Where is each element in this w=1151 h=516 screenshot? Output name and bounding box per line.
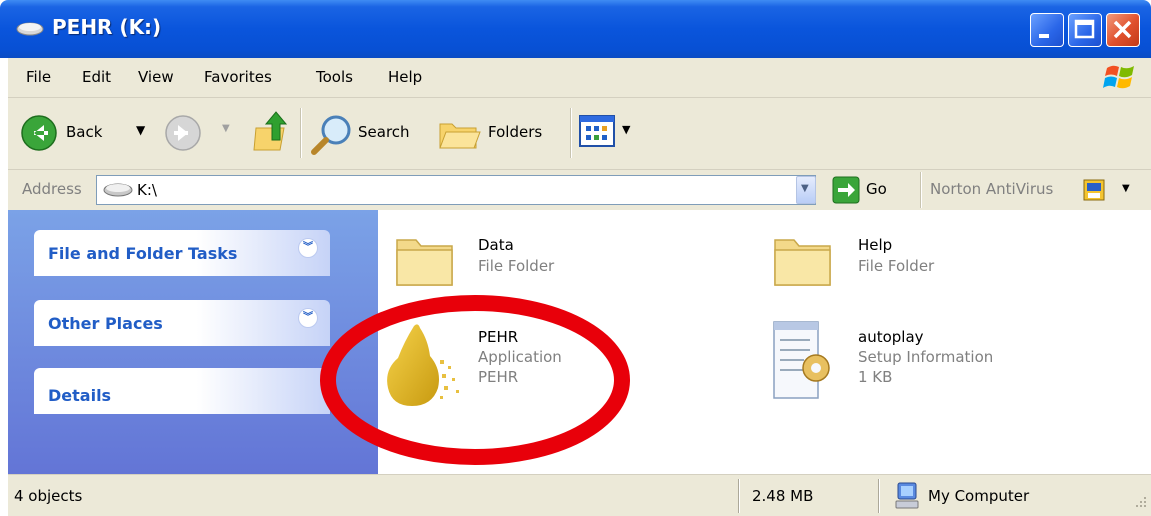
item-name: autoplay — [858, 328, 924, 346]
chevron-down-icon[interactable]: ︾ — [298, 238, 318, 258]
drive-icon — [103, 183, 133, 197]
views-button[interactable]: ▼ — [578, 114, 642, 152]
address-input[interactable]: K:\ — [96, 175, 816, 205]
status-bar: 4 objects 2.48 MB My Computer — [8, 474, 1151, 516]
up-folder-icon[interactable] — [252, 110, 292, 154]
back-label: Back — [66, 123, 103, 141]
window-title: PEHR (K:) — [52, 15, 162, 39]
forward-dropdown-icon[interactable]: ▼ — [222, 123, 230, 134]
list-item[interactable]: PEHR Application PEHR — [384, 310, 604, 410]
item-name: Data — [478, 236, 514, 254]
close-button[interactable] — [1106, 13, 1140, 47]
close-icon — [1113, 20, 1132, 39]
item-size: 1 KB — [858, 368, 893, 386]
task-group-title[interactable]: File and Folder Tasks — [48, 244, 237, 263]
norton-antivirus-icon[interactable] — [1082, 178, 1106, 202]
status-separator — [878, 479, 880, 513]
minimize-icon — [1039, 34, 1049, 38]
resize-grip-icon[interactable] — [1132, 493, 1148, 509]
folder-icon — [396, 239, 453, 286]
file-list: Data File Folder Help File Folder PEHR A… — [378, 210, 1151, 474]
go-label: Go — [866, 180, 887, 198]
search-icon — [311, 115, 351, 155]
forward-arrow-icon[interactable] — [164, 114, 202, 152]
address-value: K:\ — [137, 181, 157, 199]
menu-tools[interactable]: Tools — [316, 68, 353, 86]
setup-info-icon — [773, 321, 830, 399]
go-button[interactable]: Go — [828, 174, 908, 206]
maximize-icon — [1074, 19, 1095, 39]
item-name: Help — [858, 236, 893, 254]
search-label: Search — [358, 123, 410, 141]
windows-logo-icon — [1103, 65, 1134, 89]
norton-dropdown-icon[interactable]: ▼ — [1122, 183, 1130, 194]
menu-help[interactable]: Help — [388, 68, 422, 86]
item-name: PEHR — [478, 328, 519, 346]
back-button[interactable]: Back ▼ — [16, 112, 166, 154]
minimize-button[interactable] — [1030, 13, 1064, 47]
menu-edit[interactable]: Edit — [82, 68, 111, 86]
list-item[interactable]: Help File Folder — [772, 224, 992, 294]
status-object-count: 4 objects — [14, 487, 83, 505]
maximize-button[interactable] — [1068, 13, 1102, 47]
item-type: File Folder — [478, 257, 555, 275]
folders-label: Folders — [488, 123, 543, 141]
menu-favorites[interactable]: Favorites — [204, 68, 272, 86]
norton-label: Norton AntiVirus — [930, 180, 1054, 198]
toolbar-separator — [920, 172, 922, 208]
address-dropdown-button[interactable]: ▼ — [796, 176, 816, 204]
status-location: My Computer — [928, 487, 1030, 505]
toolbar: Back ▼ ▼ Search Folders ▼ — [8, 98, 1151, 170]
views-dropdown-icon: ▼ — [622, 123, 631, 136]
menu-file[interactable]: File — [26, 68, 51, 86]
task-group-file-folder[interactable]: File and Folder Tasks ︾ — [34, 230, 330, 276]
back-dropdown-icon[interactable]: ▼ — [136, 123, 145, 137]
item-company: PEHR — [478, 368, 519, 386]
back-arrow-icon — [21, 115, 57, 151]
menu-view[interactable]: View — [138, 68, 174, 86]
toolbar-separator — [570, 108, 572, 158]
status-separator — [738, 479, 740, 513]
go-arrow-icon — [832, 176, 860, 204]
status-size: 2.48 MB — [752, 487, 814, 505]
views-icon — [579, 115, 615, 147]
task-group-details[interactable]: Details — [34, 368, 330, 414]
item-type: File Folder — [858, 257, 935, 275]
folders-button[interactable]: Folders — [434, 108, 564, 158]
menu-bar: File Edit View Favorites Tools Help — [8, 58, 1151, 98]
toolbar-separator — [300, 108, 302, 158]
list-item[interactable]: autoplay Setup Information 1 KB — [770, 310, 1030, 410]
pear-app-icon — [387, 324, 459, 406]
chevron-down-icon: ▼ — [801, 183, 809, 194]
task-group-other-places[interactable]: Other Places ︾ — [34, 300, 330, 346]
address-label: Address — [22, 180, 82, 198]
folders-icon — [439, 123, 481, 149]
title-bar[interactable]: PEHR (K:) — [0, 0, 1151, 58]
task-group-title[interactable]: Details — [48, 386, 111, 405]
address-bar: Address K:\ ▼ Go Norton AntiVirus ▼ — [8, 170, 1151, 210]
item-type: Application — [478, 348, 562, 366]
task-pane: File and Folder Tasks ︾ Other Places ︾ D… — [8, 210, 378, 474]
search-button[interactable]: Search — [306, 108, 426, 158]
my-computer-icon — [895, 482, 919, 509]
item-type: Setup Information — [858, 348, 994, 366]
drive-icon — [16, 22, 44, 36]
chevron-down-icon[interactable]: ︾ — [298, 308, 318, 328]
list-item[interactable]: Data File Folder — [394, 224, 614, 294]
folder-icon — [774, 239, 831, 286]
task-group-title[interactable]: Other Places — [48, 314, 163, 333]
